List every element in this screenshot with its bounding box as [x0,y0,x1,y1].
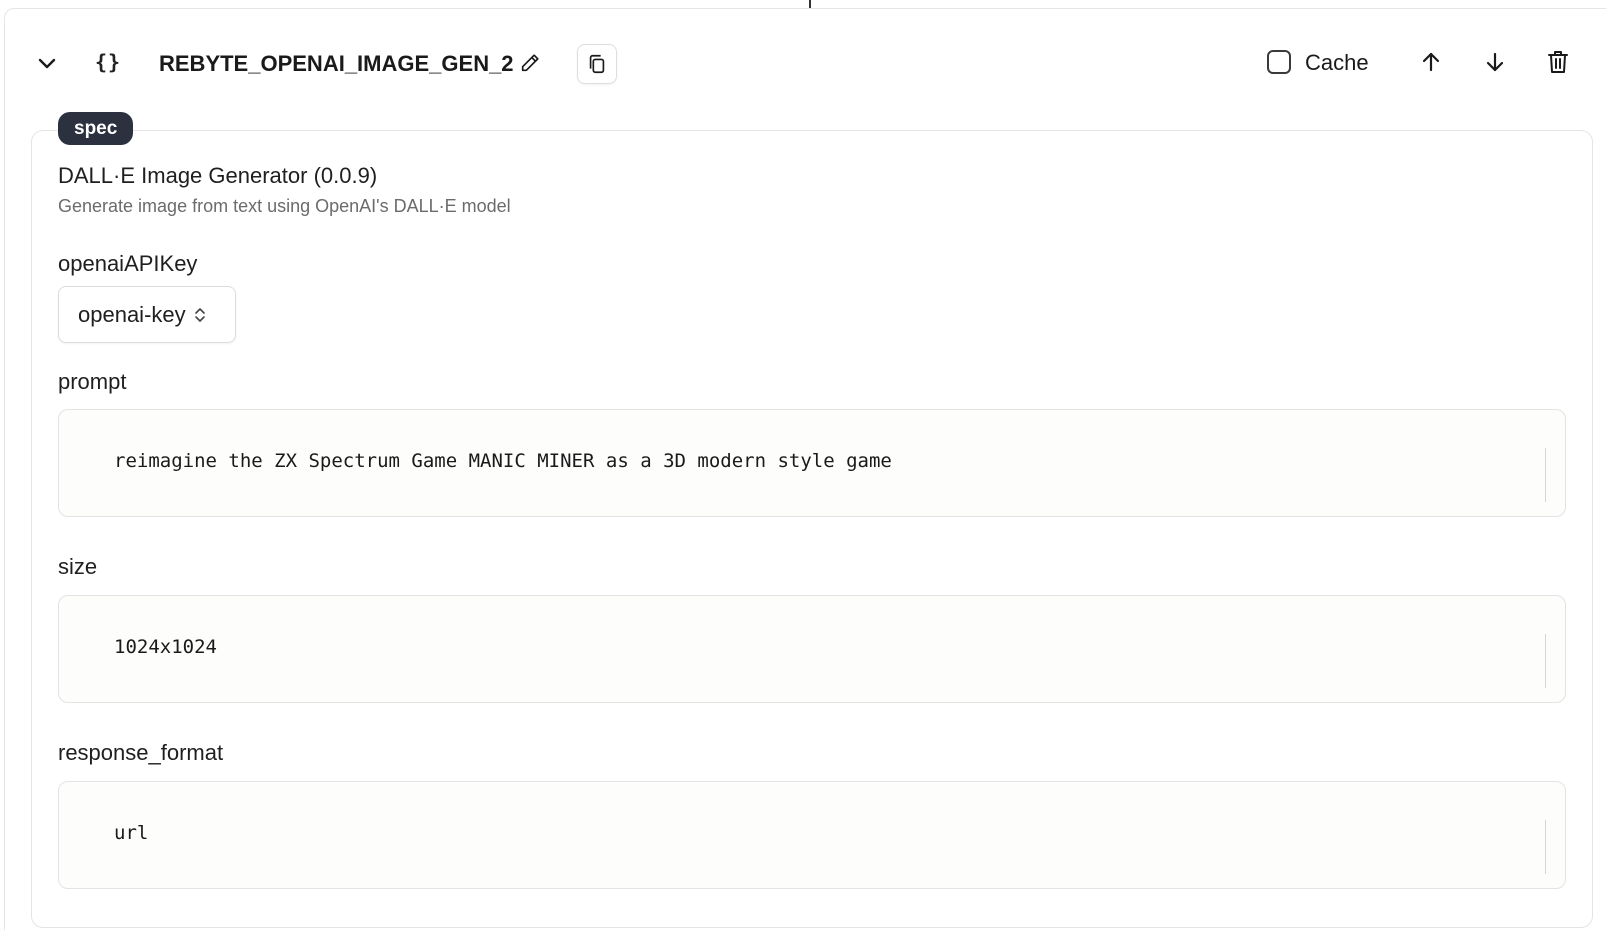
plugin-name: DALL·E Image Generator (0.0.9) [58,163,378,188]
editor-scrollbar[interactable] [1545,448,1546,502]
editor-scrollbar[interactable] [1545,634,1546,688]
openai-api-key-select[interactable]: openai-key [58,286,236,343]
prompt-editor[interactable]: reimagine the ZX Spectrum Game MANIC MIN… [58,409,1566,517]
prompt-value: reimagine the ZX Spectrum Game MANIC MIN… [114,450,892,472]
prompt-label: prompt [58,369,127,394]
response-format-editor[interactable]: url [58,781,1566,889]
openai-api-key-label: openaiAPIKey [58,251,198,276]
pencil-icon[interactable] [516,49,544,77]
braces-icon: {} [94,50,122,74]
spec-badge: spec [58,112,134,145]
size-editor[interactable]: 1024x1024 [58,595,1566,703]
arrow-down-icon[interactable] [1480,47,1510,77]
top-divider-tick [809,0,811,8]
chevron-down-icon[interactable] [30,46,64,80]
size-value: 1024x1024 [114,636,217,658]
arrow-up-icon[interactable] [1416,47,1446,77]
page: {} REBYTE_OPENAI_IMAGE_GEN_2 Cache spec … [0,0,1606,930]
copy-icon[interactable] [577,44,617,84]
response-format-label: response_format [58,740,224,765]
cache-label[interactable]: Cache [1305,48,1369,78]
block-title: REBYTE_OPENAI_IMAGE_GEN_2 [159,51,514,76]
cache-checkbox[interactable] [1267,50,1291,74]
size-label: size [58,554,98,579]
block-header: {} REBYTE_OPENAI_IMAGE_GEN_2 Cache [0,40,1606,86]
editor-scrollbar[interactable] [1545,820,1546,874]
openai-api-key-value: openai-key [78,301,186,327]
plugin-description: Generate image from text using OpenAI's … [58,196,511,216]
chevron-up-down-icon [194,306,206,324]
trash-icon[interactable] [1542,46,1574,78]
response-format-value: url [114,822,149,844]
